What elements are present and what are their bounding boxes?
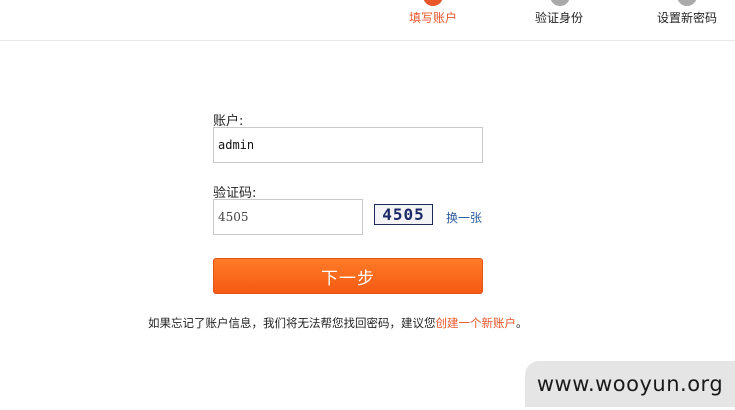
watermark: www.wooyun.org [525,361,735,407]
step-3-label: 设置新密码 [657,11,718,25]
account-input[interactable] [213,127,483,163]
captcha-image[interactable]: 4505 [374,204,433,225]
step-progress-bar: 填写账户 验证身份 设置新密码 [0,0,735,41]
note-text: 如果忘记了账户信息，我们将无法帮您找回密码，建议您 [148,316,436,330]
step-2-label: 验证身份 [535,11,584,25]
captcha-input[interactable] [213,199,363,235]
create-account-link[interactable]: 创建一个新账户 [436,316,517,330]
step-1-indicator-icon [423,0,443,6]
next-step-button[interactable]: 下一步 [213,258,483,294]
refresh-captcha-link[interactable]: 换一张 [446,209,482,226]
note-suffix: 。 [516,316,528,330]
step-3-indicator-icon [677,0,697,6]
forgot-account-note: 如果忘记了账户信息，我们将无法帮您找回密码，建议您创建一个新账户。 [148,315,528,331]
step-2-indicator-icon [550,0,570,6]
step-1-label: 填写账户 [409,11,458,25]
